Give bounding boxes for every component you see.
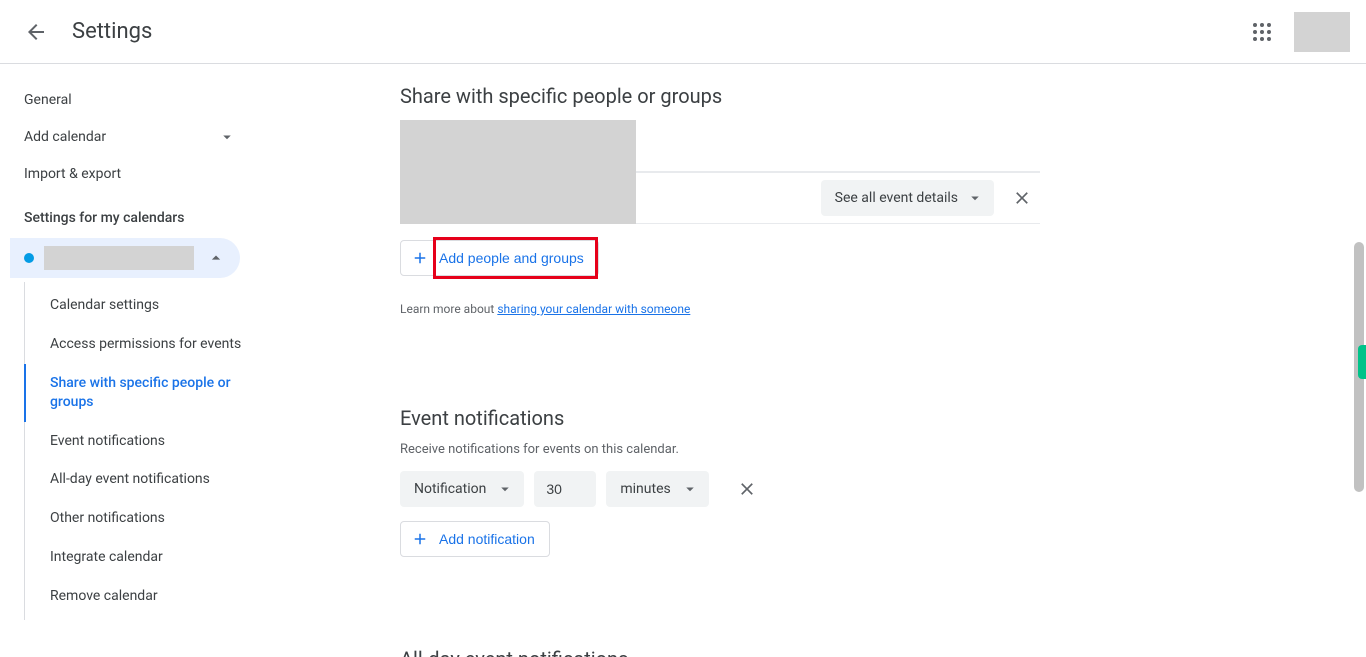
subnav-remove-calendar[interactable]: Remove calendar xyxy=(24,577,260,616)
plus-icon xyxy=(411,530,429,548)
subnav-access-permissions[interactable]: Access permissions for events xyxy=(24,325,260,364)
share-section: Share with specific people or groups See… xyxy=(400,64,1040,316)
add-notification-label: Add notification xyxy=(439,531,535,547)
permission-dropdown[interactable]: See all event details xyxy=(821,180,994,216)
add-notification-button[interactable]: Add notification xyxy=(400,521,550,557)
main-content: Share with specific people or groups See… xyxy=(260,64,1366,657)
subnav-calendar-settings[interactable]: Calendar settings xyxy=(24,286,260,325)
google-apps-button[interactable] xyxy=(1242,12,1282,52)
account-avatar[interactable] xyxy=(1294,12,1350,52)
sidebar-label: Add calendar xyxy=(24,129,106,145)
subnav-share-specific[interactable]: Share with specific people or groups xyxy=(24,364,260,422)
notification-row: Notification minutes xyxy=(400,471,1040,507)
arrow-left-icon xyxy=(24,20,48,44)
remove-person-button[interactable] xyxy=(1004,180,1040,216)
allday-notifications-title: All-day event notifications xyxy=(400,647,1040,657)
close-icon xyxy=(1012,188,1032,208)
edge-indicator xyxy=(1358,345,1366,379)
sidebar-label: General xyxy=(24,92,72,108)
redacted-user-info xyxy=(400,120,636,224)
sidebar-item-add-calendar[interactable]: Add calendar xyxy=(0,118,260,156)
sidebar-label: Import & export xyxy=(24,166,121,182)
plus-icon xyxy=(411,249,429,267)
notification-type-dropdown[interactable]: Notification xyxy=(400,471,524,507)
chevron-down-icon xyxy=(681,480,699,498)
app-header: Settings xyxy=(0,0,1366,64)
share-list: See all event details xyxy=(400,120,1040,224)
event-notifications-desc: Receive notifications for events on this… xyxy=(400,442,1040,457)
notification-unit-label: minutes xyxy=(620,481,670,497)
subnav-other-notifications[interactable]: Other notifications xyxy=(24,499,260,538)
chevron-up-icon xyxy=(206,248,226,268)
subnav-allday-notifications[interactable]: All-day event notifications xyxy=(24,460,260,499)
calendar-color-dot xyxy=(24,253,34,263)
subnav-integrate-calendar[interactable]: Integrate calendar xyxy=(24,538,260,577)
calendar-name xyxy=(44,246,194,270)
remove-notification-button[interactable] xyxy=(729,471,765,507)
chevron-down-icon xyxy=(966,189,984,207)
notification-type-label: Notification xyxy=(414,481,486,497)
apps-grid-icon xyxy=(1250,20,1274,44)
sidebar-calendar-item[interactable] xyxy=(10,238,240,278)
calendar-sub-nav: Calendar settings Access permissions for… xyxy=(24,282,260,620)
close-icon xyxy=(737,479,757,499)
add-people-button[interactable]: Add people and groups xyxy=(400,240,599,276)
permission-label: See all event details xyxy=(835,190,958,206)
add-people-label: Add people and groups xyxy=(439,250,584,266)
allday-notifications-section: All-day event notifications Receive noti… xyxy=(400,627,1040,657)
notification-unit-dropdown[interactable]: minutes xyxy=(606,471,708,507)
sidebar-item-import-export[interactable]: Import & export xyxy=(0,156,260,192)
back-button[interactable] xyxy=(16,12,56,52)
event-notifications-section: Event notifications Receive notification… xyxy=(400,386,1040,557)
settings-sidebar: General Add calendar Import & export Set… xyxy=(0,64,260,657)
share-section-title: Share with specific people or groups xyxy=(400,84,1040,108)
page-title: Settings xyxy=(72,19,152,44)
share-help-link[interactable]: sharing your calendar with someone xyxy=(497,302,690,316)
notification-value-input[interactable] xyxy=(534,471,596,507)
chevron-down-icon xyxy=(218,128,236,146)
sidebar-item-general[interactable]: General xyxy=(0,82,260,118)
subnav-event-notifications[interactable]: Event notifications xyxy=(24,422,260,461)
chevron-down-icon xyxy=(496,480,514,498)
share-learn-more: Learn more about sharing your calendar w… xyxy=(400,302,1040,316)
sidebar-section-title: Settings for my calendars xyxy=(0,192,260,234)
event-notifications-title: Event notifications xyxy=(400,406,1040,430)
